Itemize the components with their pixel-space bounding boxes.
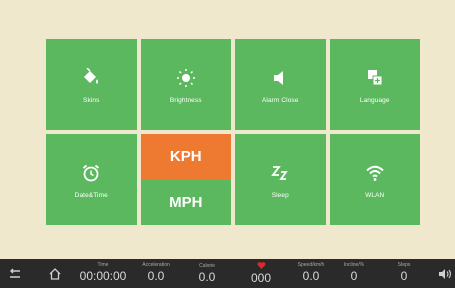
wlan-label: WLAN: [365, 192, 385, 199]
incline-value: 0: [350, 269, 358, 283]
calorie-label: Calorie: [199, 263, 215, 269]
brightness-tile[interactable]: Brightness: [140, 39, 231, 130]
skins-label: Skins: [83, 97, 100, 104]
acceleration-stat: Acceleration 0.0: [134, 262, 178, 283]
language-label: Language: [359, 97, 390, 104]
speed-stat: Speed/km/h 0.0: [289, 262, 333, 283]
speed-unit-tile: KPH MPH: [140, 134, 232, 226]
incline-label: Incline/%: [343, 262, 365, 268]
calorie-value: 0.0: [198, 270, 216, 284]
mph-option[interactable]: MPH: [141, 180, 232, 226]
language-tile[interactable]: Language: [329, 39, 420, 130]
sun-icon: [176, 65, 196, 91]
time-stat: Time 00:00:00: [72, 262, 134, 283]
home-icon[interactable]: [46, 264, 64, 284]
skins-tile[interactable]: Skins: [46, 39, 137, 130]
acceleration-label: Acceleration: [142, 262, 170, 268]
heart-rate-stat: 000: [246, 262, 276, 285]
paint-bucket-icon: [81, 65, 101, 91]
heart-icon: [246, 262, 276, 271]
wlan-tile[interactable]: WLAN: [329, 134, 420, 225]
back-icon[interactable]: [7, 264, 23, 284]
calorie-stat: Calorie 0.0: [190, 263, 224, 284]
speed-label: Speed/km/h: [297, 262, 325, 268]
kph-option[interactable]: KPH: [140, 134, 231, 180]
steps-value: 0: [400, 269, 408, 283]
speaker-icon: [270, 65, 290, 91]
incline-stat: Incline/% 0: [337, 262, 371, 283]
sleep-tile[interactable]: Sleep: [235, 134, 326, 225]
settings-grid: Skins Brightness Alarm Close Language Da…: [46, 39, 420, 225]
alarm-clock-icon: [81, 160, 101, 186]
sleep-zz-icon: [270, 160, 290, 186]
brightness-label: Brightness: [169, 97, 202, 104]
wifi-icon: [365, 160, 385, 186]
steps-label: Steps: [397, 262, 411, 268]
time-label: Time: [97, 262, 109, 268]
date-time-tile[interactable]: Date&Time: [46, 134, 137, 225]
date-time-label: Date&Time: [74, 192, 108, 199]
speed-value: 0.0: [302, 269, 320, 283]
steps-stat: Steps 0: [389, 262, 419, 283]
translate-icon: [365, 65, 385, 91]
alarm-close-tile[interactable]: Alarm Close: [235, 39, 326, 130]
volume-icon[interactable]: [437, 264, 453, 284]
status-bar: Time 00:00:00 Acceleration 0.0 Calorie 0…: [0, 259, 455, 288]
acceleration-value: 0.0: [147, 269, 165, 283]
alarm-close-label: Alarm Close: [262, 97, 299, 104]
sleep-label: Sleep: [271, 192, 289, 199]
time-value: 00:00:00: [79, 269, 127, 283]
heart-rate-value: 000: [250, 271, 272, 285]
